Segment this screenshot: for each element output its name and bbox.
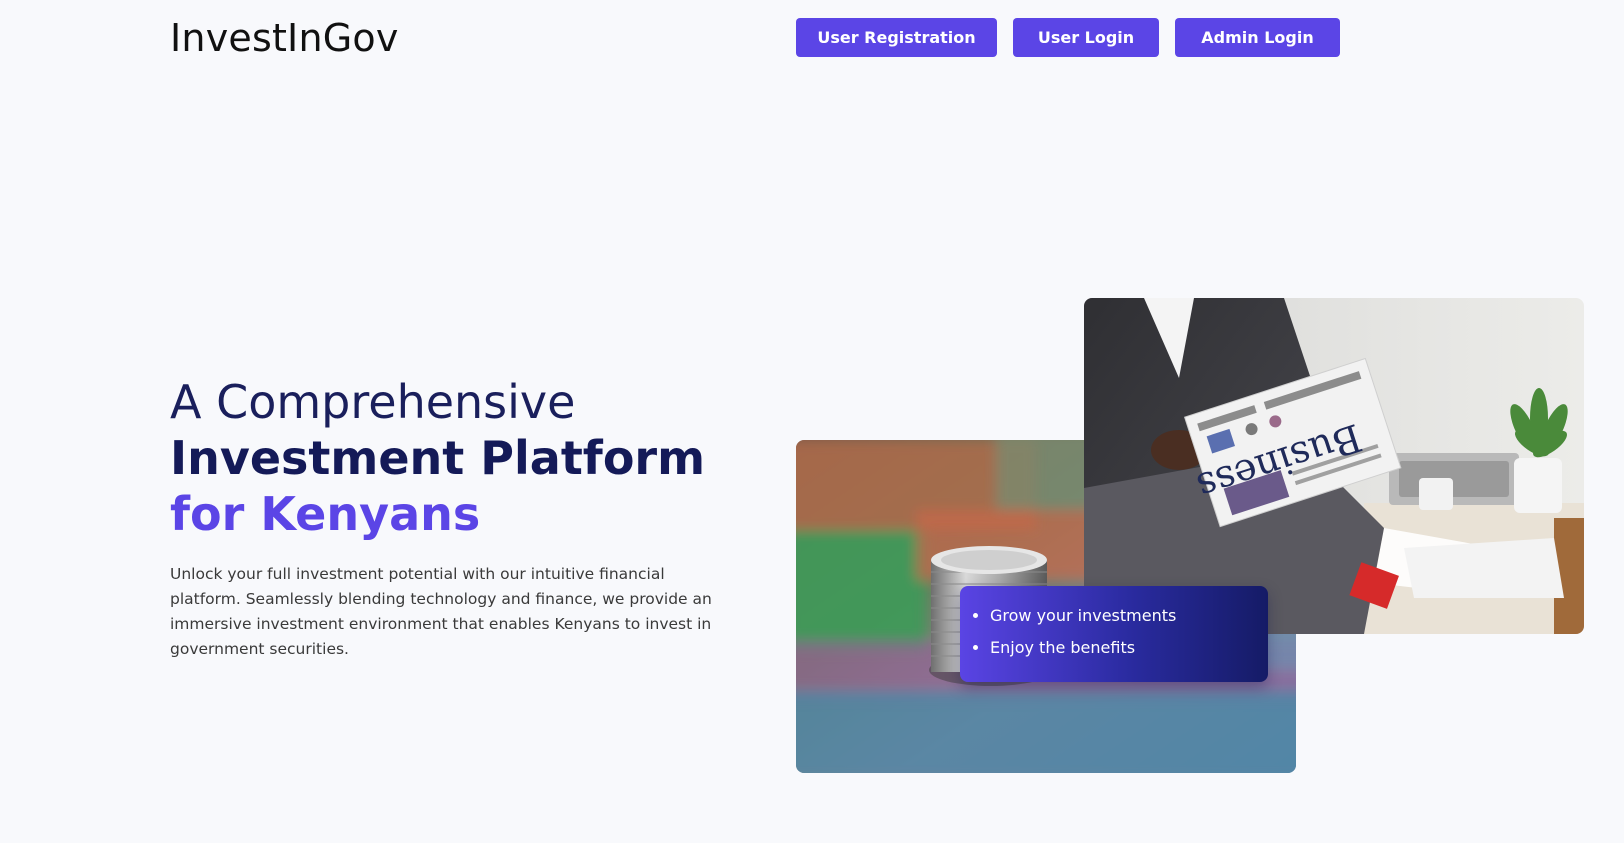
- hero-heading-line2: Investment Platform: [170, 431, 706, 485]
- hero-section: A Comprehensive Investment Platform for …: [170, 374, 730, 678]
- business-newspaper-image: Business: [1084, 298, 1584, 634]
- admin-login-button[interactable]: Admin Login: [1175, 18, 1340, 57]
- top-nav: User Registration User Login Admin Login: [796, 18, 1340, 57]
- hero-description: Unlock your full investment potential wi…: [170, 565, 712, 658]
- features-card: Grow your investments Enjoy the benefits: [960, 586, 1268, 682]
- feature-item-benefits: Enjoy the benefits: [990, 632, 1268, 664]
- features-list: Grow your investments Enjoy the benefits: [960, 586, 1268, 664]
- hero-heading-line1: A Comprehensive: [170, 375, 576, 429]
- feature-item-grow: Grow your investments: [990, 600, 1268, 632]
- user-login-button[interactable]: User Login: [1013, 18, 1159, 57]
- landing-page: InvestInGov User Registration User Login…: [0, 0, 1624, 843]
- user-registration-button[interactable]: User Registration: [796, 18, 997, 57]
- brand-logo[interactable]: InvestInGov: [170, 12, 399, 64]
- hero-heading-line3: for Kenyans: [170, 487, 481, 541]
